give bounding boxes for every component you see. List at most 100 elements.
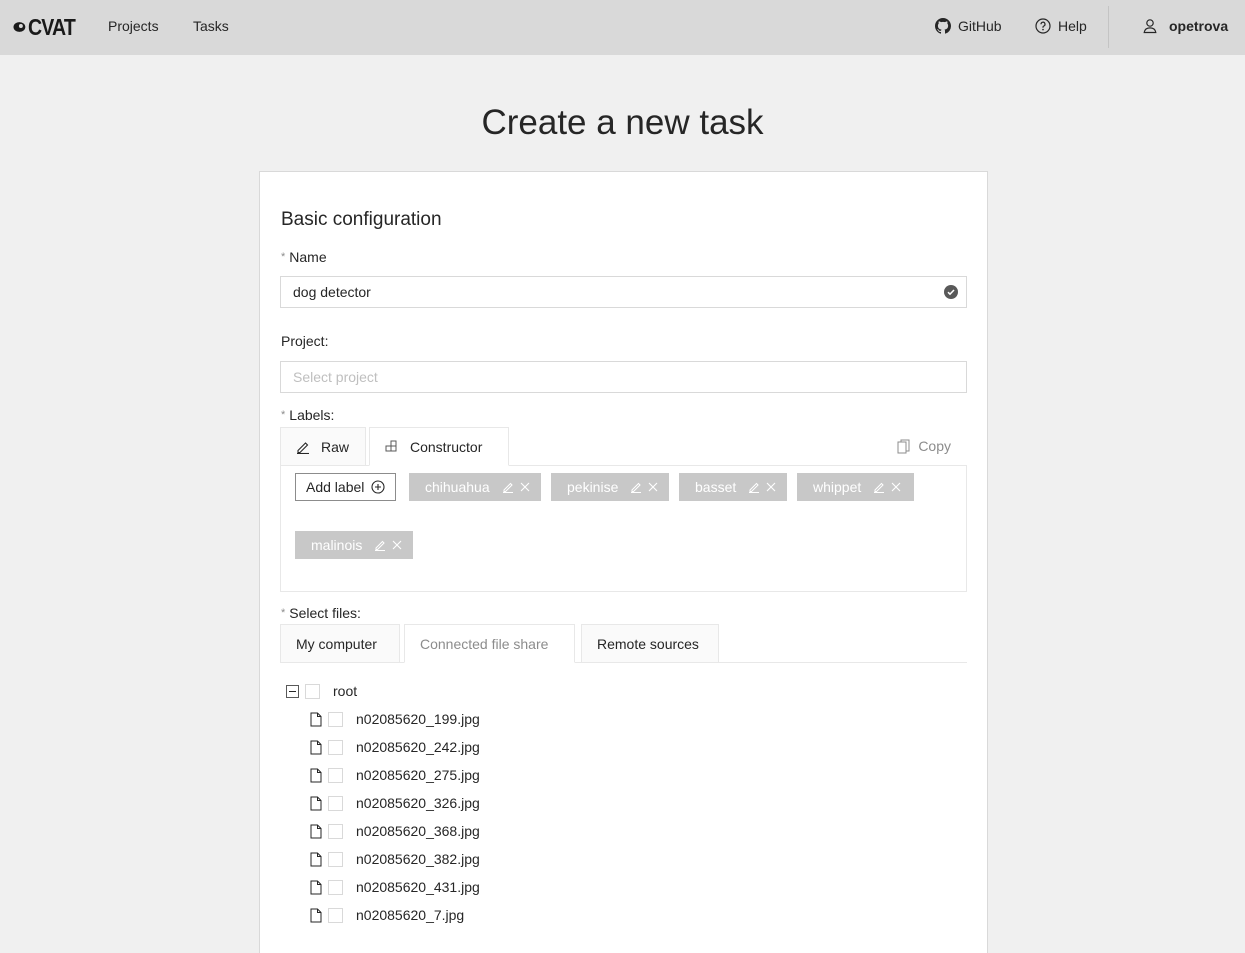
- tab-remote-sources-label: Remote sources: [597, 635, 699, 652]
- file-name: n02085620_242.jpg: [356, 739, 480, 755]
- edit-icon[interactable]: [630, 481, 642, 493]
- label-chip-name: basset: [695, 479, 737, 495]
- file-icon: [310, 740, 322, 754]
- file-icon: [310, 852, 322, 866]
- tree-file-item[interactable]: n02085620_242.jpg: [310, 739, 480, 755]
- tree-checkbox[interactable]: [328, 739, 343, 755]
- user-icon: [1143, 19, 1157, 34]
- copy-icon: [897, 439, 910, 453]
- file-icon: [310, 824, 322, 838]
- edit-icon[interactable]: [374, 539, 386, 551]
- section-title: Basic configuration: [281, 209, 442, 230]
- file-name: n02085620_275.jpg: [356, 767, 480, 783]
- edit-icon: [297, 441, 309, 454]
- close-icon[interactable]: [891, 482, 901, 492]
- labels-field-label: * Labels:: [281, 407, 334, 423]
- github-icon: [935, 18, 951, 34]
- name-input-value: dog detector: [293, 284, 371, 300]
- tree-checkbox[interactable]: [328, 795, 343, 811]
- label-chip[interactable]: malinois: [295, 531, 413, 559]
- file-name: n02085620_431.jpg: [356, 879, 480, 895]
- name-field-label: * Name: [281, 249, 327, 265]
- tree-checkbox[interactable]: [328, 823, 343, 839]
- nav-projects[interactable]: Projects: [108, 18, 159, 34]
- project-select[interactable]: Select project: [280, 361, 967, 393]
- project-select-placeholder: Select project: [293, 369, 378, 385]
- tree-checkbox[interactable]: [328, 907, 343, 923]
- name-label-text: Name: [289, 249, 327, 265]
- tree-node-root[interactable]: root: [286, 683, 357, 699]
- tab-constructor-label: Constructor: [410, 438, 483, 455]
- top-header: CVAT Projects Tasks GitHub Help opetrova: [0, 0, 1245, 55]
- close-icon[interactable]: [392, 540, 402, 550]
- files-tabs: My computer Connected file share Remote …: [280, 624, 967, 663]
- header-divider: [1108, 6, 1109, 48]
- file-icon: [310, 796, 322, 810]
- question-circle-icon: [1035, 18, 1051, 34]
- label-chip-name: pekinise: [567, 479, 619, 495]
- tree-checkbox[interactable]: [328, 711, 343, 727]
- file-icon: [310, 712, 322, 726]
- required-mark: *: [281, 251, 286, 263]
- labels-constructor-area: Add label chihuahua pekinise basset whip…: [280, 466, 967, 592]
- copy-button[interactable]: Copy: [897, 438, 951, 454]
- nav-tasks[interactable]: Tasks: [193, 18, 229, 34]
- tab-connected-file-share[interactable]: Connected file share: [404, 624, 575, 663]
- label-chip[interactable]: pekinise: [551, 473, 669, 501]
- tree-checkbox[interactable]: [305, 683, 320, 699]
- tab-raw-label: Raw: [321, 438, 350, 455]
- tab-my-computer-label: My computer: [296, 635, 377, 652]
- tree-file-item[interactable]: n02085620_199.jpg: [310, 711, 480, 727]
- tree-checkbox[interactable]: [328, 879, 343, 895]
- file-name: n02085620_368.jpg: [356, 823, 480, 839]
- required-mark: *: [281, 409, 286, 421]
- tree-file-item[interactable]: n02085620_431.jpg: [310, 879, 480, 895]
- minus-square-icon[interactable]: [286, 684, 299, 698]
- add-label-text: Add label: [306, 479, 365, 495]
- edit-icon[interactable]: [873, 481, 885, 493]
- tree-file-item[interactable]: n02085620_275.jpg: [310, 767, 480, 783]
- project-field-label: Project:: [281, 333, 329, 349]
- tab-connected-file-share-label: Connected file share: [420, 635, 549, 652]
- help-link[interactable]: Help: [1035, 18, 1087, 34]
- tree-checkbox[interactable]: [328, 851, 343, 867]
- files-label-text: Select files:: [289, 605, 361, 621]
- file-name: n02085620_382.jpg: [356, 851, 480, 867]
- label-chip-name: malinois: [311, 537, 363, 553]
- name-input[interactable]: dog detector: [280, 276, 967, 308]
- tab-raw[interactable]: Raw: [280, 427, 366, 466]
- close-icon[interactable]: [766, 482, 776, 492]
- logo-text: CVAT: [27, 13, 76, 40]
- file-icon: [310, 908, 322, 922]
- label-chip[interactable]: basset: [679, 473, 787, 501]
- file-icon: [310, 880, 322, 894]
- cvat-eye-logo-icon: [13, 22, 26, 32]
- tab-constructor[interactable]: Constructor: [369, 427, 509, 466]
- tab-my-computer[interactable]: My computer: [280, 624, 400, 663]
- edit-icon[interactable]: [502, 481, 514, 493]
- user-menu[interactable]: opetrova: [1143, 18, 1228, 34]
- create-task-form: Basic configuration * Name dog detector P…: [259, 171, 988, 953]
- help-label: Help: [1058, 18, 1087, 34]
- tree-file-item[interactable]: n02085620_368.jpg: [310, 823, 480, 839]
- close-icon[interactable]: [648, 482, 658, 492]
- label-chip-name: whippet: [813, 479, 862, 495]
- tree-checkbox[interactable]: [328, 767, 343, 783]
- plus-circle-icon: [371, 480, 385, 494]
- edit-icon[interactable]: [748, 481, 760, 493]
- label-chip[interactable]: whippet: [797, 473, 914, 501]
- github-link[interactable]: GitHub: [935, 18, 1002, 34]
- close-icon[interactable]: [520, 482, 530, 492]
- file-name: n02085620_199.jpg: [356, 711, 480, 727]
- tree-file-item[interactable]: n02085620_382.jpg: [310, 851, 480, 867]
- tab-remote-sources[interactable]: Remote sources: [581, 624, 719, 663]
- label-chip[interactable]: chihuahua: [409, 473, 541, 501]
- add-label-button[interactable]: Add label: [295, 473, 397, 501]
- github-label: GitHub: [958, 18, 1002, 34]
- tree-file-item[interactable]: n02085620_326.jpg: [310, 795, 480, 811]
- tree-file-item[interactable]: n02085620_7.jpg: [310, 907, 464, 923]
- cvat-logo[interactable]: CVAT: [13, 13, 83, 41]
- page-title: Create a new task: [481, 103, 764, 142]
- required-mark: *: [281, 607, 286, 619]
- files-field-label: * Select files:: [281, 605, 361, 621]
